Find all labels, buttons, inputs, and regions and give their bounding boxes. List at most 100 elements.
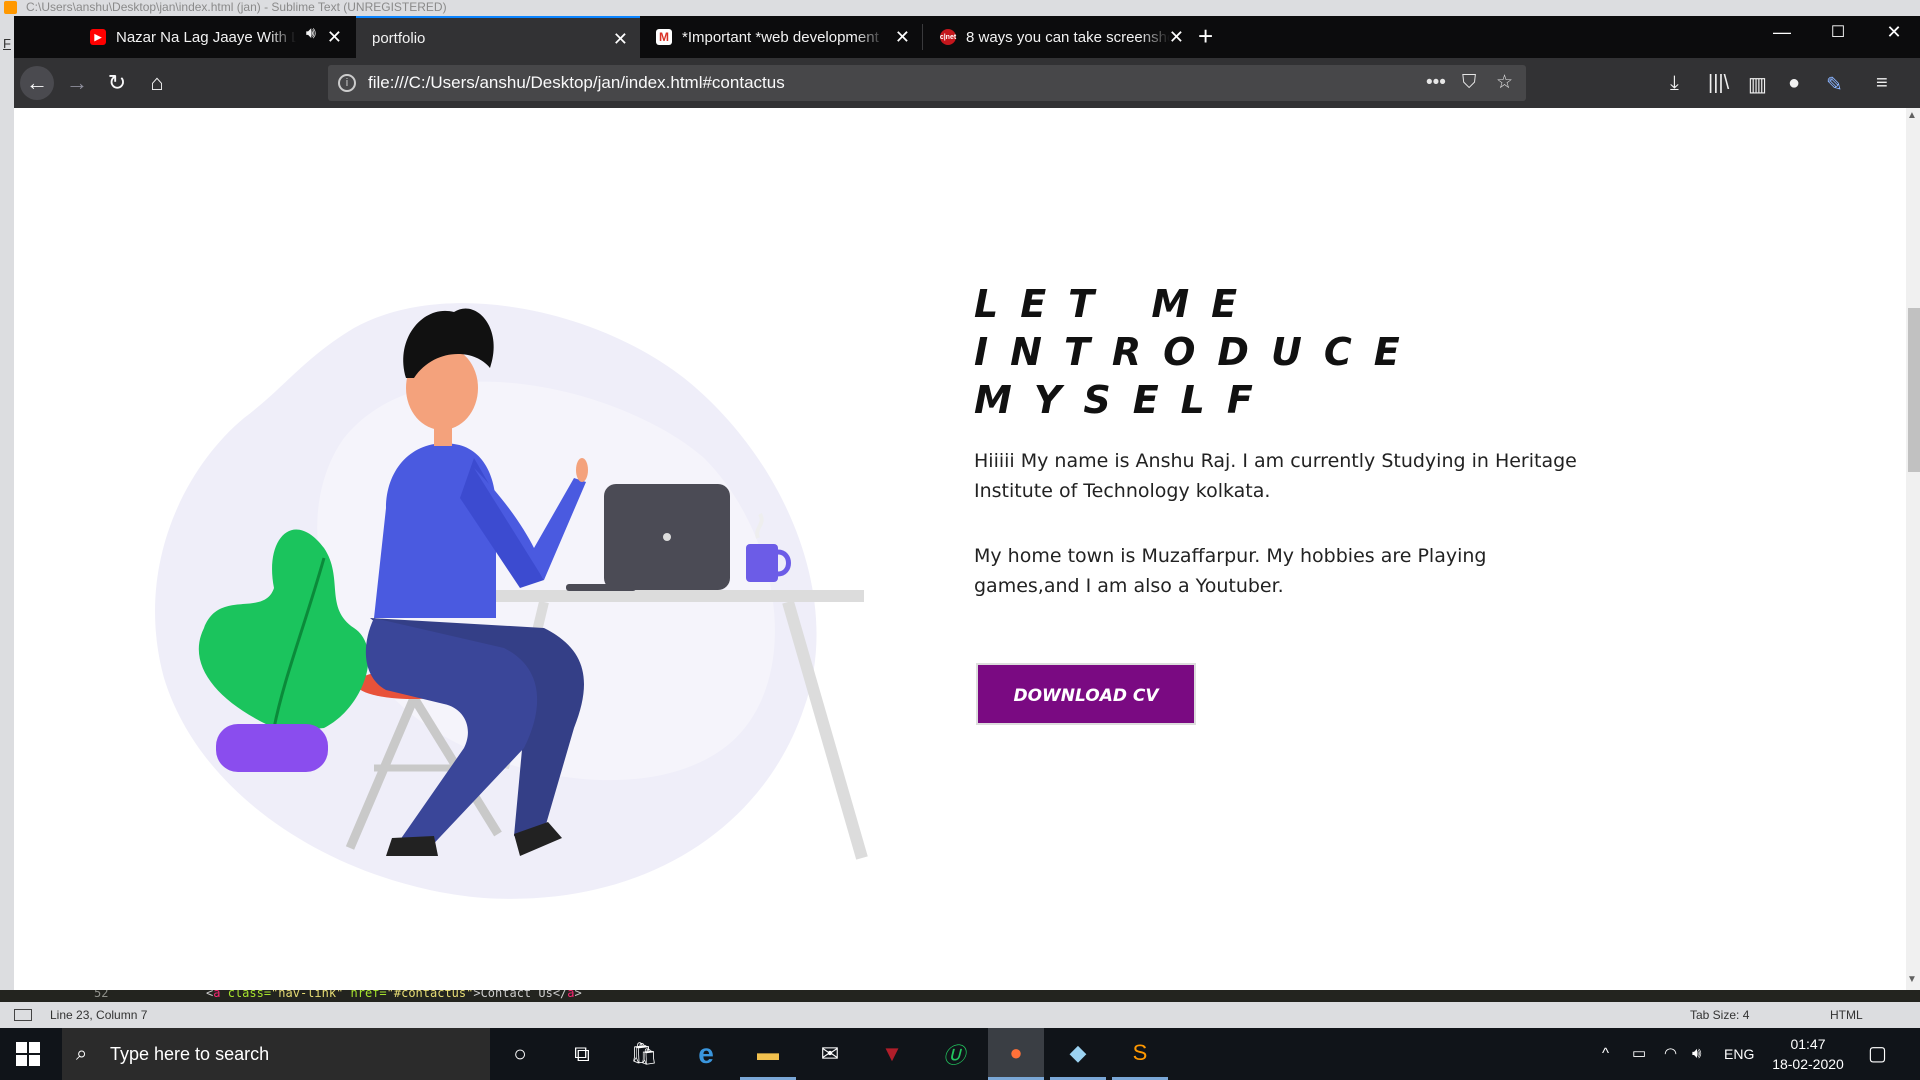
code-attr: class=	[220, 990, 272, 1000]
window-close-icon[interactable]: ✕	[1866, 22, 1920, 43]
language-indicator[interactable]: ENG	[1724, 1028, 1754, 1080]
url-bar[interactable]: i file:///C:/Users/anshu/Desktop/jan/ind…	[328, 65, 1526, 101]
account-icon[interactable]: ●	[1788, 72, 1800, 95]
url-text: file:///C:/Users/anshu/Desktop/jan/index…	[368, 73, 785, 92]
code-line: <a class="nav-link" href="#contactus">Co…	[206, 990, 582, 1000]
library-icon[interactable]: |||\	[1708, 72, 1729, 95]
mug	[746, 544, 778, 582]
tab-label: portfolio	[372, 29, 426, 47]
show-hidden-icons[interactable]: ^	[1602, 1028, 1609, 1080]
laptop-base	[566, 584, 636, 591]
download-cv-button[interactable]: DOWNLOAD CV	[976, 663, 1196, 725]
close-tab-icon[interactable]: ✕	[895, 27, 910, 48]
back-icon[interactable]: ←	[20, 66, 54, 100]
u-app-icon[interactable]: Ⓤ	[926, 1028, 982, 1080]
forward-icon[interactable]: →	[60, 66, 94, 100]
sublime-file-menu[interactable]: F	[3, 36, 11, 51]
cnet-icon: c|net	[940, 29, 956, 45]
extension-icon[interactable]: ✎	[1826, 72, 1843, 97]
edge-icon[interactable]: e	[678, 1028, 734, 1080]
sublime-left-edge: F	[0, 16, 14, 1016]
windows-start-icon[interactable]	[16, 1042, 40, 1066]
scrollbar-thumb[interactable]	[1908, 308, 1920, 472]
code-value: "nav-link"	[271, 990, 344, 1000]
taskbar-search-box[interactable]: ⌕ Type here to search	[62, 1028, 490, 1080]
maximize-icon[interactable]: ☐	[1810, 22, 1866, 42]
new-tab-icon[interactable]: +	[1198, 21, 1213, 52]
sublime-status-bar: Line 23, Column 7 Tab Size: 4 HTML	[0, 1002, 1920, 1028]
scroll-down-icon[interactable]: ▼	[1907, 974, 1917, 985]
bookmark-star-icon[interactable]: ☆	[1496, 65, 1513, 101]
close-tab-icon[interactable]: ✕	[327, 27, 342, 48]
downloads-icon[interactable]: ⤓	[1670, 72, 1679, 95]
plant-pot	[216, 724, 328, 772]
gmail-icon: M	[656, 29, 672, 45]
windows-taskbar: ⌕ Type here to search ○ ⧉ 🛍︎ e ▬ ✉ ▼ Ⓤ ●…	[0, 1028, 1920, 1080]
tab-separator	[922, 24, 923, 50]
cortana-icon[interactable]: ○	[492, 1028, 548, 1080]
clock[interactable]: 01:47 18-02-2020	[1760, 1034, 1856, 1074]
navigation-toolbar: ← → ↻ ⌂ i file:///C:/Users/anshu/Desktop…	[14, 58, 1920, 108]
youtube-icon: ▶	[90, 29, 106, 45]
page-actions-icon[interactable]: •••	[1426, 65, 1446, 101]
intro-paragraph-1: Hiiiii My name is Anshu Raj. I am curren…	[974, 450, 1577, 502]
store-icon[interactable]: 🛍︎	[616, 1028, 672, 1080]
laptop-logo	[663, 533, 671, 541]
tab-bar: ▶ Nazar Na Lag Jaaye With Lyrics 🔊︎ ✕ po…	[14, 16, 1920, 58]
desk-top	[460, 590, 864, 602]
close-tab-icon[interactable]: ✕	[1169, 27, 1184, 48]
syntax-mode[interactable]: HTML	[1830, 1002, 1863, 1028]
intro-section: LET ME INTRODUCE MYSELF Hiiiii My name i…	[974, 280, 1594, 725]
scroll-up-icon[interactable]: ▲	[1907, 110, 1917, 121]
sublime-editor-line: 52 <a class="nav-link" href="#contactus"…	[0, 990, 1920, 1002]
sidebar-icon[interactable]: ▥	[1748, 72, 1767, 97]
search-placeholder: Type here to search	[110, 1044, 270, 1064]
page-content: LET ME INTRODUCE MYSELF Hiiiii My name i…	[14, 108, 1906, 990]
file-explorer-icon[interactable]: ▬	[740, 1028, 796, 1080]
tab-gmail[interactable]: M *Important *web development ✕	[640, 16, 922, 58]
sublime-title-bar: C:\Users\anshu\Desktop\jan\index.html (j…	[0, 0, 1920, 16]
line-number: 52	[94, 990, 109, 1000]
developer-illustration	[155, 303, 868, 899]
close-tab-icon[interactable]: ✕	[613, 29, 628, 50]
pocket-icon[interactable]: ⛉	[1462, 65, 1476, 101]
code-value: "#contactus"	[386, 990, 474, 1000]
notes-icon[interactable]: ◆	[1050, 1028, 1106, 1080]
tab-cnet[interactable]: c|net 8 ways you can take screenshots ✕	[924, 16, 1196, 58]
clock-date: 18-02-2020	[1772, 1056, 1844, 1072]
menu-icon[interactable]: ≡	[1876, 72, 1888, 95]
code-attr: href=	[343, 990, 387, 1000]
tab-label: *Important *web development	[682, 28, 879, 46]
code-tag: a	[567, 990, 575, 1000]
tab-size[interactable]: Tab Size: 4	[1690, 1002, 1749, 1028]
intro-paragraph-2: My home town is Muzaffarpur. My hobbies …	[974, 545, 1487, 597]
panel-toggle-icon[interactable]	[14, 1009, 32, 1021]
action-center-icon[interactable]: ▢	[1868, 1028, 1887, 1080]
shoe	[386, 836, 438, 856]
vertical-scrollbar[interactable]: ▲ ▼	[1906, 108, 1920, 990]
reload-icon[interactable]: ↻	[100, 66, 134, 100]
mail-icon[interactable]: ✉	[802, 1028, 858, 1080]
volume-icon[interactable]: 🔊︎	[1692, 1028, 1701, 1080]
sublime-icon[interactable]: S	[1112, 1028, 1168, 1080]
sublime-window-title: C:\Users\anshu\Desktop\jan\index.html (j…	[26, 0, 447, 14]
task-view-icon[interactable]: ⧉	[554, 1028, 610, 1080]
speaker-icon[interactable]: 🔊︎	[306, 25, 316, 43]
code-end: >	[574, 990, 582, 1000]
tab-portfolio[interactable]: portfolio ✕	[356, 16, 640, 58]
tab-youtube[interactable]: ▶ Nazar Na Lag Jaaye With Lyrics 🔊︎ ✕	[74, 16, 354, 58]
search-icon: ⌕	[76, 1043, 88, 1065]
predator-icon[interactable]: ▼	[864, 1028, 920, 1080]
cursor-position: Line 23, Column 7	[50, 1008, 148, 1022]
wifi-icon[interactable]: ◠	[1664, 1028, 1677, 1080]
battery-icon[interactable]: ▭	[1632, 1028, 1646, 1080]
minimize-icon[interactable]: —	[1754, 22, 1810, 43]
tab-label: Nazar Na Lag Jaaye With Lyrics	[116, 28, 296, 46]
code-text: >Contact Us</	[473, 990, 568, 1000]
clock-time: 01:47	[1790, 1036, 1826, 1052]
site-info-icon[interactable]: i	[338, 74, 356, 92]
home-icon[interactable]: ⌂	[140, 66, 174, 100]
intro-heading: LET ME INTRODUCE MYSELF	[974, 282, 1422, 422]
firefox-icon[interactable]: ●	[988, 1028, 1044, 1080]
tab-label: 8 ways you can take screenshots	[966, 28, 1170, 46]
